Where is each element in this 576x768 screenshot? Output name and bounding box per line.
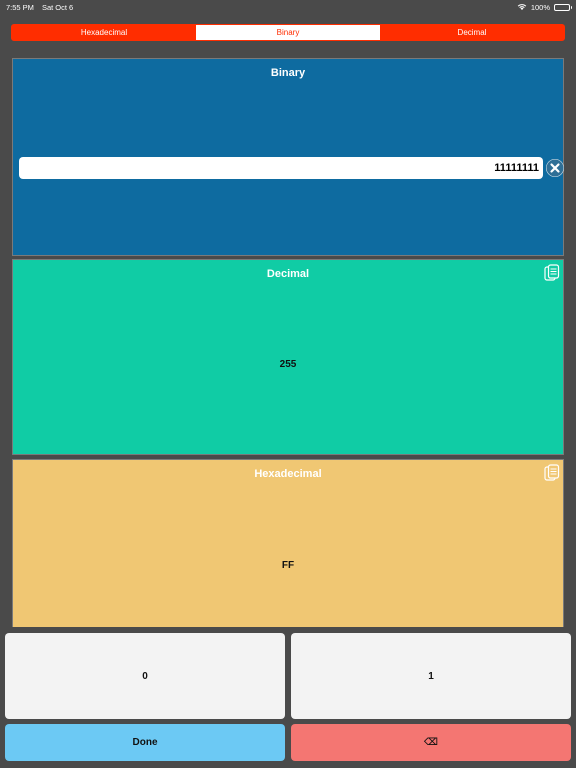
copy-icon[interactable] xyxy=(544,264,560,282)
done-button[interactable]: Done xyxy=(5,724,285,761)
status-date: Sat Oct 6 xyxy=(41,2,74,12)
binary-input-row xyxy=(19,157,564,179)
binary-keypad: 0 1 Done ⌫ xyxy=(0,627,576,768)
binary-title: Binary xyxy=(270,67,306,79)
segment-binary[interactable]: Binary xyxy=(196,25,380,40)
battery-percent: 100% xyxy=(530,2,550,12)
decimal-title: Decimal xyxy=(266,268,310,280)
battery-icon xyxy=(554,3,572,11)
copy-icon[interactable] xyxy=(544,464,560,482)
decimal-value: 255 xyxy=(279,359,297,370)
clear-circle-icon[interactable] xyxy=(546,159,564,177)
key-1[interactable]: 1 xyxy=(291,633,571,719)
binary-input[interactable] xyxy=(19,157,543,179)
hexadecimal-panel: Hexadecimal FF xyxy=(12,459,564,627)
key-0[interactable]: 0 xyxy=(5,633,285,719)
backspace-icon[interactable]: ⌫ xyxy=(291,724,571,761)
hexadecimal-value: FF xyxy=(281,560,295,571)
base-segmented-control: Hexadecimal Binary Decimal xyxy=(11,24,565,41)
segment-decimal[interactable]: Decimal xyxy=(380,25,564,40)
status-time: 7:55 PM xyxy=(6,2,34,12)
wifi-icon xyxy=(517,4,527,10)
segment-hexadecimal[interactable]: Hexadecimal xyxy=(12,25,196,40)
binary-panel: Binary xyxy=(12,58,564,256)
decimal-panel: Decimal 255 xyxy=(12,259,564,455)
status-bar: 7:55 PM Sat Oct 6 100% xyxy=(0,0,576,14)
hexadecimal-title: Hexadecimal xyxy=(254,468,322,480)
